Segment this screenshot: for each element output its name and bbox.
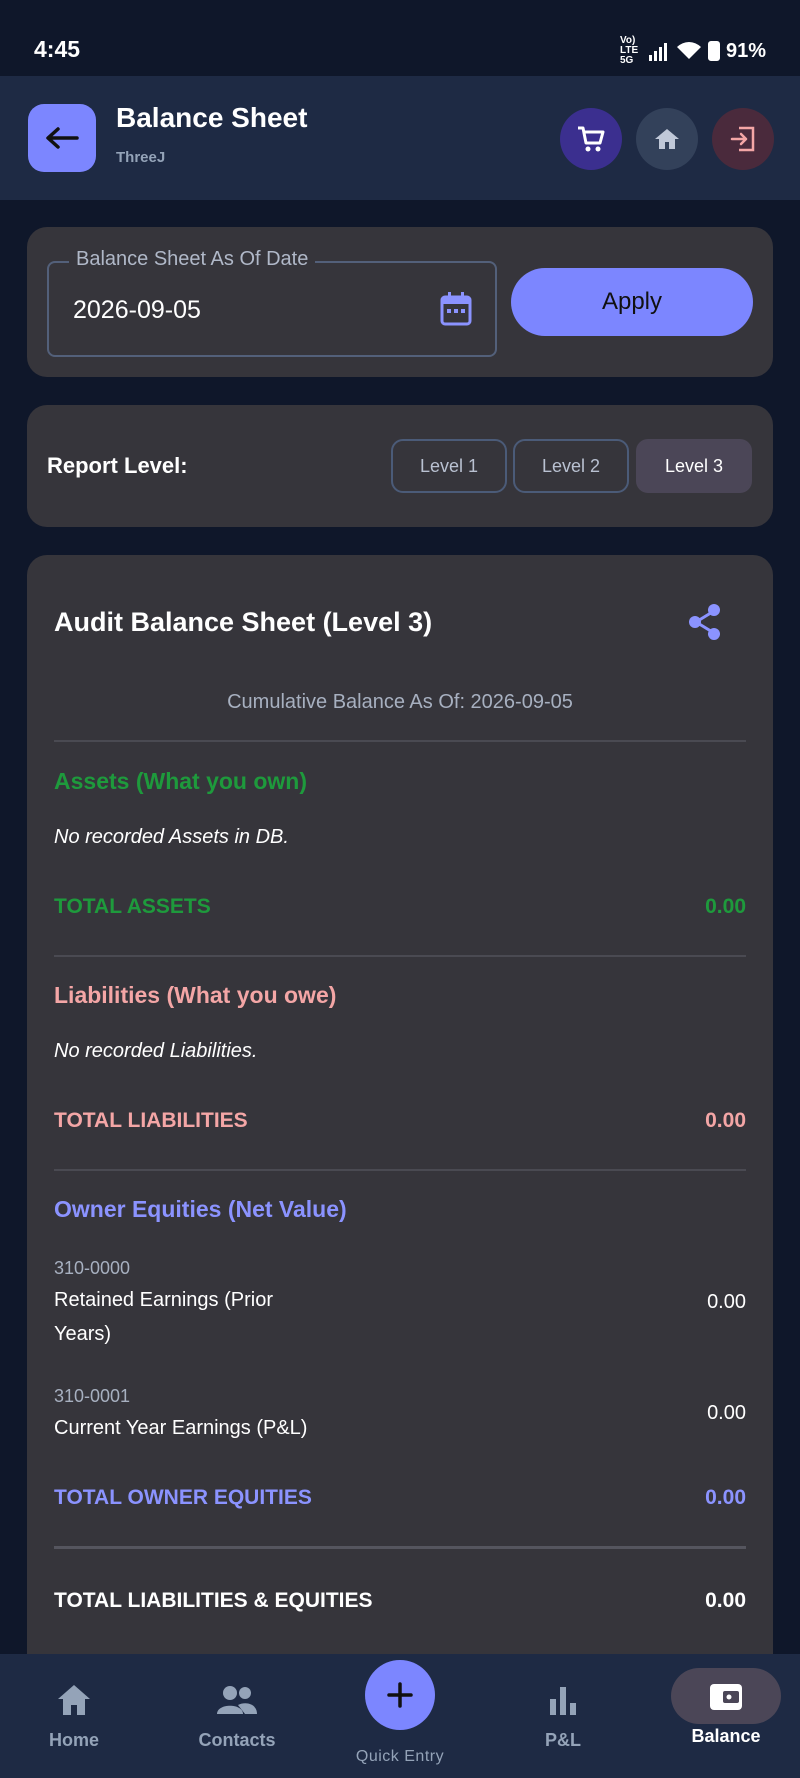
wallet-icon <box>710 1684 742 1710</box>
total-equities-label: TOTAL OWNER EQUITIES <box>54 1486 312 1509</box>
grand-total-value: 0.00 <box>705 1589 746 1612</box>
grand-total-label: TOTAL LIABILITIES & EQUITIES <box>54 1589 373 1612</box>
home-icon <box>58 1685 90 1715</box>
level-1-button[interactable]: Level 1 <box>391 439 507 493</box>
total-equities-value: 0.00 <box>705 1486 746 1509</box>
battery-percent: 91% <box>725 39 766 62</box>
divider <box>54 955 746 957</box>
quick-entry-button[interactable] <box>365 1660 435 1730</box>
account-value: 0.00 <box>707 1291 746 1313</box>
arrow-left-icon <box>46 127 79 149</box>
contacts-icon <box>217 1686 257 1714</box>
calendar-icon[interactable] <box>439 291 473 327</box>
nav-pnl[interactable]: P&L <box>483 1654 643 1778</box>
report-level-label: Report Level: <box>47 453 188 478</box>
total-assets-label: TOTAL ASSETS <box>54 895 211 918</box>
nav-label: Home <box>48 1730 99 1750</box>
date-field-label: Balance Sheet As Of Date <box>69 248 316 271</box>
account-code: 310-0000 <box>54 1258 131 1278</box>
nav-balance[interactable]: Balance <box>646 1654 800 1778</box>
account-name: Retained Earnings (Prior Years) <box>54 1289 273 1345</box>
signal-icon <box>648 43 667 61</box>
total-liabilities-label: TOTAL LIABILITIES <box>54 1109 248 1132</box>
share-icon[interactable] <box>687 603 723 641</box>
account-value: 0.00 <box>707 1402 746 1424</box>
logout-icon <box>730 126 755 152</box>
date-filter-card: Balance Sheet As Of Date 2026-09-05 Appl… <box>27 227 773 377</box>
cumulative-balance-date: Cumulative Balance As Of: 2026-09-05 <box>227 691 573 713</box>
level-2-button[interactable]: Level 2 <box>513 439 629 493</box>
account-code: 310-0001 <box>54 1386 131 1406</box>
status-time: 4:45 <box>34 36 81 62</box>
company-name: ThreeJ <box>116 149 166 166</box>
divider <box>54 1169 746 1171</box>
logout-button[interactable] <box>712 108 774 170</box>
back-button[interactable] <box>28 104 96 172</box>
as-of-date-field[interactable]: Balance Sheet As Of Date 2026-09-05 <box>47 248 497 357</box>
assets-section-title: Assets (What you own) <box>54 768 308 794</box>
network-indicator: Vo) LTE 5G <box>619 35 639 66</box>
nav-quick-entry[interactable]: Quick Entry <box>320 1654 480 1778</box>
nav-label: Quick Entry <box>355 1748 445 1765</box>
liabilities-empty-note: No recorded Liabilities. <box>54 1040 258 1062</box>
app-header: Balance Sheet ThreeJ <box>0 76 800 200</box>
nav-label: P&L <box>545 1730 581 1750</box>
report-title: Audit Balance Sheet (Level 3) <box>54 607 433 637</box>
cart-button[interactable] <box>560 108 622 170</box>
battery-icon <box>707 41 720 61</box>
divider <box>54 1546 746 1549</box>
status-indicators: Vo) LTE 5G 91% <box>620 36 766 66</box>
balance-sheet-report: Audit Balance Sheet (Level 3) Cumulative… <box>27 555 773 1778</box>
wifi-icon <box>676 42 701 59</box>
bottom-nav: Home Contacts Quick Entry P&L Balance <box>0 1654 800 1778</box>
total-liabilities-value: 0.00 <box>705 1109 746 1132</box>
level-3-button[interactable]: Level 3 <box>636 439 752 493</box>
page-title: Balance Sheet <box>116 102 308 133</box>
plus-icon <box>387 1682 413 1708</box>
nav-label: Contacts <box>198 1730 276 1750</box>
nav-home[interactable]: Home <box>0 1654 154 1778</box>
nav-label: Balance <box>691 1726 761 1746</box>
report-level-card: Report Level: Level 1 Level 2 Level 3 <box>27 405 773 527</box>
home-icon <box>655 129 679 149</box>
account-name: Current Year Earnings (P&L) <box>54 1417 308 1439</box>
home-button[interactable] <box>636 108 698 170</box>
equities-section-title: Owner Equities (Net Value) <box>54 1196 347 1222</box>
liabilities-section-title: Liabilities (What you owe) <box>54 982 337 1008</box>
cart-icon <box>578 126 605 152</box>
assets-empty-note: No recorded Assets in DB. <box>54 826 289 848</box>
bar-chart-icon <box>550 1687 576 1715</box>
divider <box>54 740 746 742</box>
total-assets-value: 0.00 <box>705 895 746 918</box>
date-field-value: 2026-09-05 <box>73 296 201 324</box>
balance-active-indicator <box>671 1668 781 1724</box>
nav-contacts[interactable]: Contacts <box>157 1654 317 1778</box>
status-bar: 4:45 Vo) LTE 5G 91% <box>0 0 800 76</box>
apply-button[interactable]: Apply <box>511 268 753 336</box>
